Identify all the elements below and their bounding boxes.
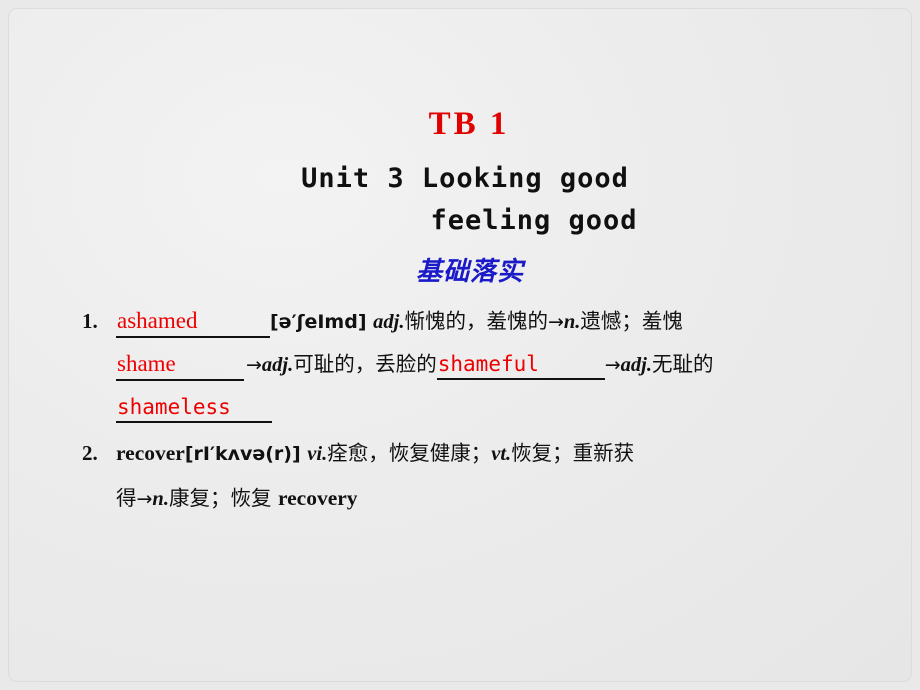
definition-text: 康复；恢复 [168, 486, 278, 510]
vocabulary-entry-list: 1. ashamed [ə′ʃeImd] adj.惭愧的，羞愧的→n.遗憾；羞愧 s… [82, 300, 882, 523]
entry-line: 2. recover[rI′kʌvə(r)] vi.痊愈，恢复健康；vt.恢复；重… [82, 431, 882, 476]
vocabulary-entry: 2. recover[rI′kʌvə(r)] vi.痊愈，恢复健康；vt.恢复；重… [82, 431, 882, 521]
answer-blank-shame[interactable]: shame [116, 351, 244, 382]
entry-number: 2. [82, 441, 98, 465]
definition-text: 可耻的，丢脸的 [293, 352, 437, 376]
entry-line: shameless [82, 386, 882, 429]
derived-word: recovery [277, 486, 358, 510]
section-heading: 基础落实 [415, 257, 524, 287]
derivation-arrow-icon: → [136, 488, 153, 510]
derivation-arrow-icon: → [246, 354, 262, 376]
phonetic-transcription: [ə′ʃeImd] [270, 311, 374, 333]
part-of-speech: n. [152, 488, 169, 510]
definition-text: 恢复；重新获 [511, 441, 635, 465]
page-title: TB 1 [428, 106, 510, 142]
part-of-speech: n. [563, 311, 581, 333]
derivation-arrow-icon: → [604, 354, 621, 376]
answer-blank-ashamed[interactable]: ashamed [116, 308, 270, 339]
headword: recover [116, 441, 185, 465]
answer-blank-shameful[interactable]: shameful [436, 353, 605, 381]
entry-number: 1. [82, 309, 98, 333]
part-of-speech: adj. [261, 354, 294, 376]
definition-text: 无耻的 [652, 352, 714, 376]
definition-text: 遗憾；羞愧 [580, 309, 683, 333]
part-of-speech: adj. [620, 354, 652, 376]
entry-line: 1. ashamed [ə′ʃeImd] adj.惭愧的，羞愧的→n.遗憾；羞愧 [82, 300, 882, 343]
phonetic-transcription: [rI′kʌvə(r)] [184, 443, 308, 465]
unit-title-line-2: feeling good [430, 205, 638, 236]
part-of-speech: vi. [307, 443, 328, 465]
part-of-speech: adj. [373, 311, 405, 333]
entry-line: 得→n.康复；恢复 recovery [82, 476, 882, 521]
slide-canvas: TB 1 Unit 3 Looking good feeling good 基础… [8, 8, 912, 682]
entry-line: shame →adj.可耻的，丢脸的shameful →adj.无耻的 [82, 343, 882, 386]
derivation-arrow-icon: → [547, 311, 564, 333]
definition-text: 得 [116, 486, 137, 510]
part-of-speech: vt. [491, 443, 512, 465]
definition-text: 痊愈，恢复健康； [327, 441, 492, 465]
unit-title-line-1: Unit 3 Looking good [301, 163, 629, 194]
answer-blank-shameless[interactable]: shameless [116, 396, 272, 424]
vocabulary-entry: 1. ashamed [ə′ʃeImd] adj.惭愧的，羞愧的→n.遗憾；羞愧 s… [82, 300, 882, 429]
definition-text: 惭愧的，羞愧的 [404, 309, 548, 333]
